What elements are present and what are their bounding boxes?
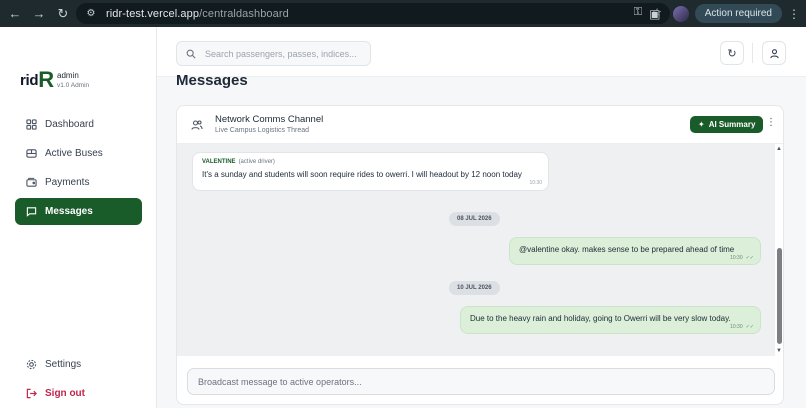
profile-avatar[interactable]	[672, 5, 689, 22]
app-version: v1.0 Admin	[57, 82, 90, 89]
brand-meta: admin v1.0 Admin	[57, 71, 89, 89]
sparkle-icon: ✦	[698, 120, 705, 129]
action-required-button[interactable]: Action required	[694, 4, 782, 23]
double-check-icon: ✓✓	[745, 255, 754, 261]
bus-icon	[25, 148, 37, 160]
message-text: It's a sunday and students will soon req…	[202, 170, 522, 179]
back-icon[interactable]: ←	[4, 3, 26, 25]
browser-toolbar: ← → ↻ ⚙ ridr-test.vercel.app/centraldash…	[0, 0, 806, 27]
refresh-button[interactable]: ↻	[720, 41, 744, 65]
date-separator: 08 JUL 2026	[449, 212, 500, 226]
channel-menu-icon[interactable]: ⋮	[766, 117, 776, 128]
scroll-thumb[interactable]	[777, 248, 782, 344]
search-icon	[185, 48, 197, 60]
message-sender: VALENTINE (active driver)	[202, 159, 275, 165]
message-text: @valentine okay. makes sense to be prepa…	[519, 245, 735, 254]
message-icon	[25, 206, 37, 218]
logout-icon	[25, 388, 37, 400]
sidebar-item-active-buses[interactable]: Active Buses	[15, 140, 142, 167]
refresh-icon: ↻	[727, 47, 737, 60]
topbar: ↻	[157, 27, 806, 77]
reload-icon[interactable]: ↻	[52, 3, 74, 25]
thread-scrollbar[interactable]: ▲ ▼	[775, 144, 783, 356]
scroll-up-icon[interactable]: ▲	[776, 146, 782, 152]
channel-header: Network Comms Channel Live Campus Logist…	[177, 106, 783, 144]
scroll-down-icon[interactable]: ▼	[776, 348, 782, 354]
message-meta: 10:30 ✓✓	[730, 324, 754, 330]
browser-menu-icon[interactable]: ⋮	[788, 7, 800, 21]
channel-subtitle: Live Campus Logistics Thread	[215, 127, 310, 134]
extensions-icon[interactable]: ▣	[645, 4, 665, 24]
sidebar-item-settings[interactable]: Settings	[15, 351, 142, 378]
logo: rid R	[20, 67, 55, 92]
topbar-divider	[752, 43, 753, 63]
sign-out-button[interactable]: Sign out	[15, 380, 142, 407]
url-text: ridr-test.vercel.app/centraldashboard	[106, 7, 289, 20]
double-check-icon: ✓✓	[745, 324, 754, 330]
site-info-icon[interactable]: ⚙	[84, 7, 98, 21]
ai-summary-button[interactable]: ✦ AI Summary	[690, 116, 764, 133]
user-icon	[769, 48, 779, 58]
message-meta: 10:30 ✓✓	[730, 255, 754, 261]
sidebar-bottom-nav: Settings Sign out	[15, 351, 142, 408]
sidebar-item-dashboard[interactable]: Dashboard	[15, 111, 142, 138]
forward-icon[interactable]: →	[28, 3, 50, 25]
channel-title: Network Comms Channel	[215, 114, 324, 125]
chat-panel: Network Comms Channel Live Campus Logist…	[176, 105, 784, 405]
users-icon	[191, 120, 203, 130]
grid-icon	[25, 119, 37, 131]
wallet-icon	[25, 177, 37, 189]
search-box	[176, 41, 371, 66]
outgoing-message: Due to the heavy rain and holiday, going…	[460, 306, 761, 334]
outgoing-message: @valentine okay. makes sense to be prepa…	[509, 237, 761, 265]
sidebar-nav: Dashboard Active Buses Payments Messages	[15, 111, 142, 227]
gear-icon	[25, 359, 37, 371]
broadcast-input[interactable]	[198, 376, 758, 387]
composer	[187, 368, 775, 395]
incoming-message: VALENTINE (active driver) It's a sunday a…	[192, 152, 549, 191]
date-separator: 10 JUL 2026	[449, 281, 500, 295]
message-thread[interactable]: VALENTINE (active driver) It's a sunday a…	[177, 144, 783, 356]
admin-username: admin	[57, 71, 79, 80]
main-content: Messages Network Comms Channel Live Camp…	[157, 72, 806, 408]
key-icon[interactable]: ⚿	[634, 6, 642, 19]
message-text: Due to the heavy rain and holiday, going…	[470, 314, 731, 323]
page-title: Messages	[176, 72, 248, 89]
profile-button[interactable]	[762, 41, 786, 65]
search-input[interactable]	[205, 48, 365, 59]
sidebar-item-payments[interactable]: Payments	[15, 169, 142, 196]
sidebar-item-messages[interactable]: Messages	[15, 198, 142, 225]
address-bar[interactable]: ⚙ ridr-test.vercel.app/centraldashboard …	[76, 3, 670, 24]
message-time: 10:30	[529, 180, 542, 186]
sidebar: rid R admin v1.0 Admin Dashboard Active B…	[0, 27, 157, 408]
